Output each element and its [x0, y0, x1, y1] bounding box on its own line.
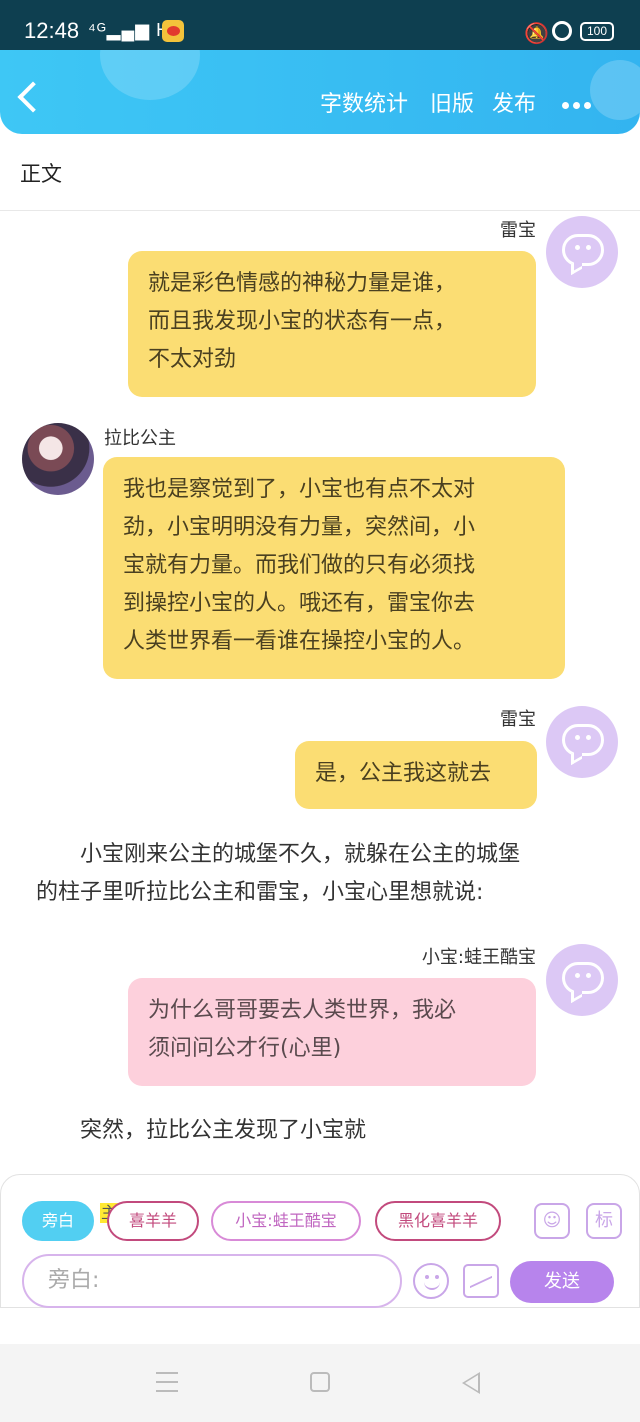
weibo-icon — [162, 20, 184, 42]
role-chip-dark-xiyangyang[interactable]: 黑化喜羊羊 — [375, 1201, 501, 1241]
divider — [0, 210, 640, 211]
publish-button[interactable]: 发布 — [492, 86, 536, 118]
send-button[interactable]: 发送 — [510, 1261, 614, 1303]
word-count-button[interactable]: 字数统计 — [320, 86, 408, 118]
menu-icon[interactable] — [156, 1372, 178, 1392]
more-icon[interactable] — [562, 94, 595, 113]
message-bubble[interactable]: 是，公主我这就去 — [295, 741, 537, 809]
status-bar: 12:48 ⁴ᴳ▂▄▆ HD 🔕 100 — [0, 0, 640, 50]
bot-avatar[interactable] — [546, 216, 618, 288]
speaker-name: 小宝:蛙王酷宝 — [421, 947, 536, 968]
image-icon[interactable] — [463, 1264, 499, 1298]
section-label: 正文 — [20, 162, 62, 186]
role-chip-narrator[interactable]: 旁白 — [22, 1201, 94, 1241]
status-time: 12:48 — [24, 18, 80, 43]
chat-bubble-icon — [562, 234, 604, 266]
emoji-icon[interactable] — [413, 1263, 449, 1299]
speaker-name: 雷宝 — [500, 709, 536, 730]
decor-bubble — [100, 50, 200, 100]
old-version-button[interactable]: 旧版 — [430, 86, 474, 118]
narration-text: 突然，拉比公主发现了小宝就 — [80, 1118, 367, 1143]
chat-bubble-icon — [562, 724, 604, 756]
narration-text: 小宝刚来公主的城堡不久，就躲在公主的城堡 的柱子里听拉比公主和雷宝，小宝心里想就… — [36, 842, 521, 905]
tag-icon[interactable]: 标 — [586, 1203, 622, 1239]
message-input[interactable]: 旁白: — [22, 1254, 402, 1308]
message-bubble[interactable]: 我也是察觉到了，小宝也有点不太对 劲，小宝明明没有力量，突然间，小 宝就有力量。… — [103, 457, 565, 679]
mute-icon: 🔕 — [524, 21, 549, 45]
role-chip-xiyangyang[interactable]: 喜羊羊 — [107, 1201, 199, 1241]
role-chip-xiaobao[interactable]: 小宝:蛙王酷宝 — [211, 1201, 361, 1241]
bot-avatar[interactable] — [546, 706, 618, 778]
battery-indicator: 100 — [580, 22, 614, 41]
speaker-name: 雷宝 — [500, 220, 536, 241]
message-bubble[interactable]: 为什么哥哥要去人类世界，我必 须问问公才行(心里) — [128, 978, 536, 1086]
back-icon[interactable] — [462, 1372, 480, 1394]
system-nav-bar — [0, 1344, 640, 1422]
princess-avatar[interactable] — [22, 423, 94, 495]
message-bubble[interactable]: 就是彩色情感的神秘力量是谁， 而且我发现小宝的状态有一点， 不太对劲 — [128, 251, 536, 397]
home-icon[interactable] — [310, 1372, 330, 1392]
decor-bubble — [590, 60, 640, 120]
bot-avatar[interactable] — [546, 944, 618, 1016]
top-bar: 字数统计 旧版 发布 — [0, 50, 640, 134]
character-icon[interactable]: ☺ — [534, 1203, 570, 1239]
chat-bubble-icon — [562, 962, 604, 994]
alarm-icon — [552, 21, 572, 41]
back-arrow-icon[interactable] — [17, 81, 49, 113]
speaker-name: 拉比公主 — [104, 428, 176, 449]
